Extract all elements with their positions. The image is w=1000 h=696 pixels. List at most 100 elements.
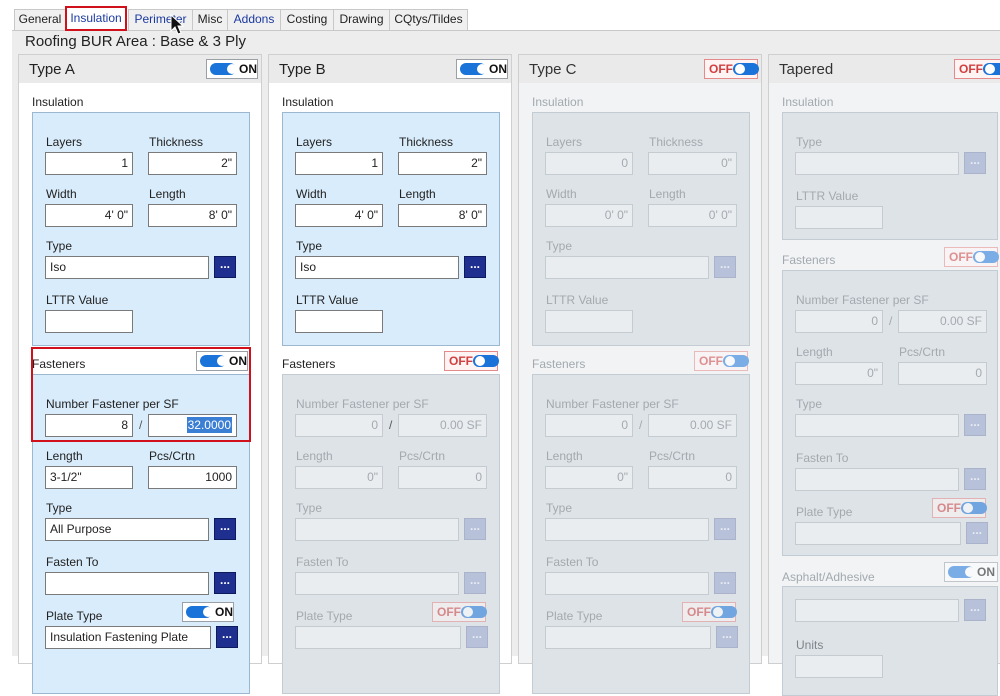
asphalt-browse-button[interactable]: ... — [964, 599, 986, 621]
area-title: Roofing BUR Area : Base & 3 Ply — [25, 33, 246, 50]
ltr-input[interactable] — [795, 206, 883, 229]
tab-insulation[interactable]: Insulation — [65, 6, 127, 31]
num-fastener-input[interactable]: 0 — [295, 414, 383, 437]
fastener-length-input[interactable]: 0" — [545, 466, 633, 489]
plate-type-browse-button[interactable]: ... — [216, 626, 238, 648]
layers-input[interactable]: 0 — [545, 152, 633, 175]
thickness-input[interactable]: 0" — [648, 152, 737, 175]
fastener-type-input[interactable]: All Purpose — [45, 518, 209, 541]
fasten-to-browse-button[interactable]: ... — [464, 572, 486, 594]
units-label: Units — [796, 638, 824, 652]
fastener-type-browse-button[interactable]: ... — [464, 518, 486, 540]
length-input[interactable]: 8' 0" — [398, 204, 487, 227]
toggle-knob — [227, 64, 237, 74]
num-fastener-input[interactable]: 0 — [545, 414, 633, 437]
width-input[interactable]: 0' 0" — [545, 204, 633, 227]
plate-type-label: Plate Type — [546, 609, 603, 623]
insulation-type-input[interactable] — [795, 152, 959, 175]
fasteners-panel: Number Fastener per SF 0 / 0.00 SF Lengt… — [782, 270, 998, 556]
num-per-sf-input[interactable]: 0.00 SF — [398, 414, 487, 437]
plate-type-input[interactable]: Insulation Fastening Plate — [45, 626, 211, 649]
width-input[interactable]: 4' 0" — [295, 204, 383, 227]
insulation-type-input[interactable]: Iso — [295, 256, 459, 279]
fasten-to-browse-button[interactable]: ... — [214, 572, 236, 594]
pcs-crtn-label: Pcs/Crtn — [649, 449, 696, 463]
insulation-type-input[interactable] — [545, 256, 709, 279]
pcs-crtn-input[interactable]: 1000 — [148, 466, 237, 489]
fasten-to-browse-button[interactable]: ... — [714, 572, 736, 594]
fasteners-panel: Number Fastener per SF 0 / 0.00 SF Lengt… — [532, 374, 750, 694]
insulation-label: Insulation — [32, 95, 84, 109]
fasteners-toggle[interactable]: OFF — [694, 351, 749, 371]
fasteners-toggle[interactable]: OFF — [944, 247, 999, 267]
toggle-label: OFF — [959, 62, 983, 76]
fasten-to-input[interactable] — [795, 468, 959, 491]
pcs-crtn-input[interactable]: 0 — [898, 362, 987, 385]
type-b-toggle[interactable]: ON — [456, 59, 508, 79]
plate-type-input[interactable] — [545, 626, 711, 649]
num-fastener-input[interactable]: 0 — [795, 310, 883, 333]
fastener-type-browse-button[interactable]: ... — [714, 518, 736, 540]
tab-misc[interactable]: Misc — [192, 9, 228, 30]
toggle-knob — [463, 607, 473, 617]
fasteners-toggle[interactable]: OFF — [444, 351, 499, 371]
plate-type-browse-button[interactable]: ... — [966, 522, 988, 544]
plate-type-toggle[interactable]: OFF — [682, 602, 737, 622]
pcs-crtn-input[interactable]: 0 — [648, 466, 737, 489]
insulation-type-browse-button[interactable]: ... — [714, 256, 736, 278]
toggle-label: ON — [489, 62, 507, 76]
tab-general[interactable]: General — [14, 9, 66, 30]
fastener-type-browse-button[interactable]: ... — [214, 518, 236, 540]
fasten-to-input[interactable] — [295, 572, 459, 595]
plate-type-toggle[interactable]: ON — [182, 602, 234, 622]
fastener-type-browse-button[interactable]: ... — [964, 414, 986, 436]
fastener-length-input[interactable]: 0" — [795, 362, 883, 385]
thickness-input[interactable]: 2" — [148, 152, 237, 175]
type-c-body: Insulation Layers Thickness 0 0" Width L… — [519, 83, 761, 694]
plate-type-toggle[interactable]: OFF — [432, 602, 487, 622]
type-c-toggle[interactable]: OFF — [704, 59, 759, 79]
layers-input[interactable]: 1 — [295, 152, 383, 175]
ltr-input[interactable] — [45, 310, 133, 333]
fasten-to-input[interactable] — [545, 572, 709, 595]
asphalt-type-input[interactable] — [795, 599, 959, 622]
tapered-toggle[interactable]: OFF — [954, 59, 1000, 79]
ltr-input[interactable] — [545, 310, 633, 333]
fastener-type-input[interactable] — [295, 518, 459, 541]
plate-type-input[interactable] — [295, 626, 461, 649]
fastener-length-input[interactable]: 3-1/2" — [45, 466, 133, 489]
num-per-sf-input[interactable]: 0.00 SF — [648, 414, 737, 437]
length-input[interactable]: 0' 0" — [648, 204, 737, 227]
fastener-length-input[interactable]: 0" — [295, 466, 383, 489]
pcs-crtn-label: Pcs/Crtn — [149, 449, 196, 463]
ltr-input[interactable] — [295, 310, 383, 333]
tab-addons[interactable]: Addons — [227, 9, 281, 30]
fasten-to-input[interactable] — [45, 572, 209, 595]
plate-type-browse-button[interactable]: ... — [716, 626, 738, 648]
tab-costing[interactable]: Costing — [280, 9, 334, 30]
thickness-input[interactable]: 2" — [398, 152, 487, 175]
fastener-type-input[interactable] — [795, 414, 959, 437]
type-a-toggle[interactable]: ON — [206, 59, 258, 79]
insulation-panel: Layers Thickness 1 2" Width Length 4' 0"… — [32, 112, 250, 346]
width-input[interactable]: 4' 0" — [45, 204, 133, 227]
plate-type-browse-button[interactable]: ... — [466, 626, 488, 648]
insulation-type-input[interactable]: Iso — [45, 256, 209, 279]
tab-cqtys-tildes[interactable]: CQtys/Tildes — [389, 9, 468, 30]
insulation-type-browse-button[interactable]: ... — [964, 152, 986, 174]
pcs-crtn-input[interactable]: 0 — [398, 466, 487, 489]
layers-input[interactable]: 1 — [45, 152, 133, 175]
length-input[interactable]: 8' 0" — [148, 204, 237, 227]
fasteners-label: Fasteners — [282, 357, 336, 371]
fasten-to-browse-button[interactable]: ... — [964, 468, 986, 490]
num-per-sf-input[interactable]: 0.00 SF — [898, 310, 987, 333]
fastener-type-input[interactable] — [545, 518, 709, 541]
insulation-type-browse-button[interactable]: ... — [214, 256, 236, 278]
plate-type-input[interactable] — [795, 522, 961, 545]
plate-type-toggle[interactable]: OFF — [932, 498, 987, 518]
insulation-type-browse-button[interactable]: ... — [464, 256, 486, 278]
units-input[interactable] — [795, 655, 883, 678]
asphalt-toggle[interactable]: ON — [944, 562, 998, 582]
toggle-label: ON — [977, 565, 995, 579]
tab-drawing[interactable]: Drawing — [333, 9, 390, 30]
